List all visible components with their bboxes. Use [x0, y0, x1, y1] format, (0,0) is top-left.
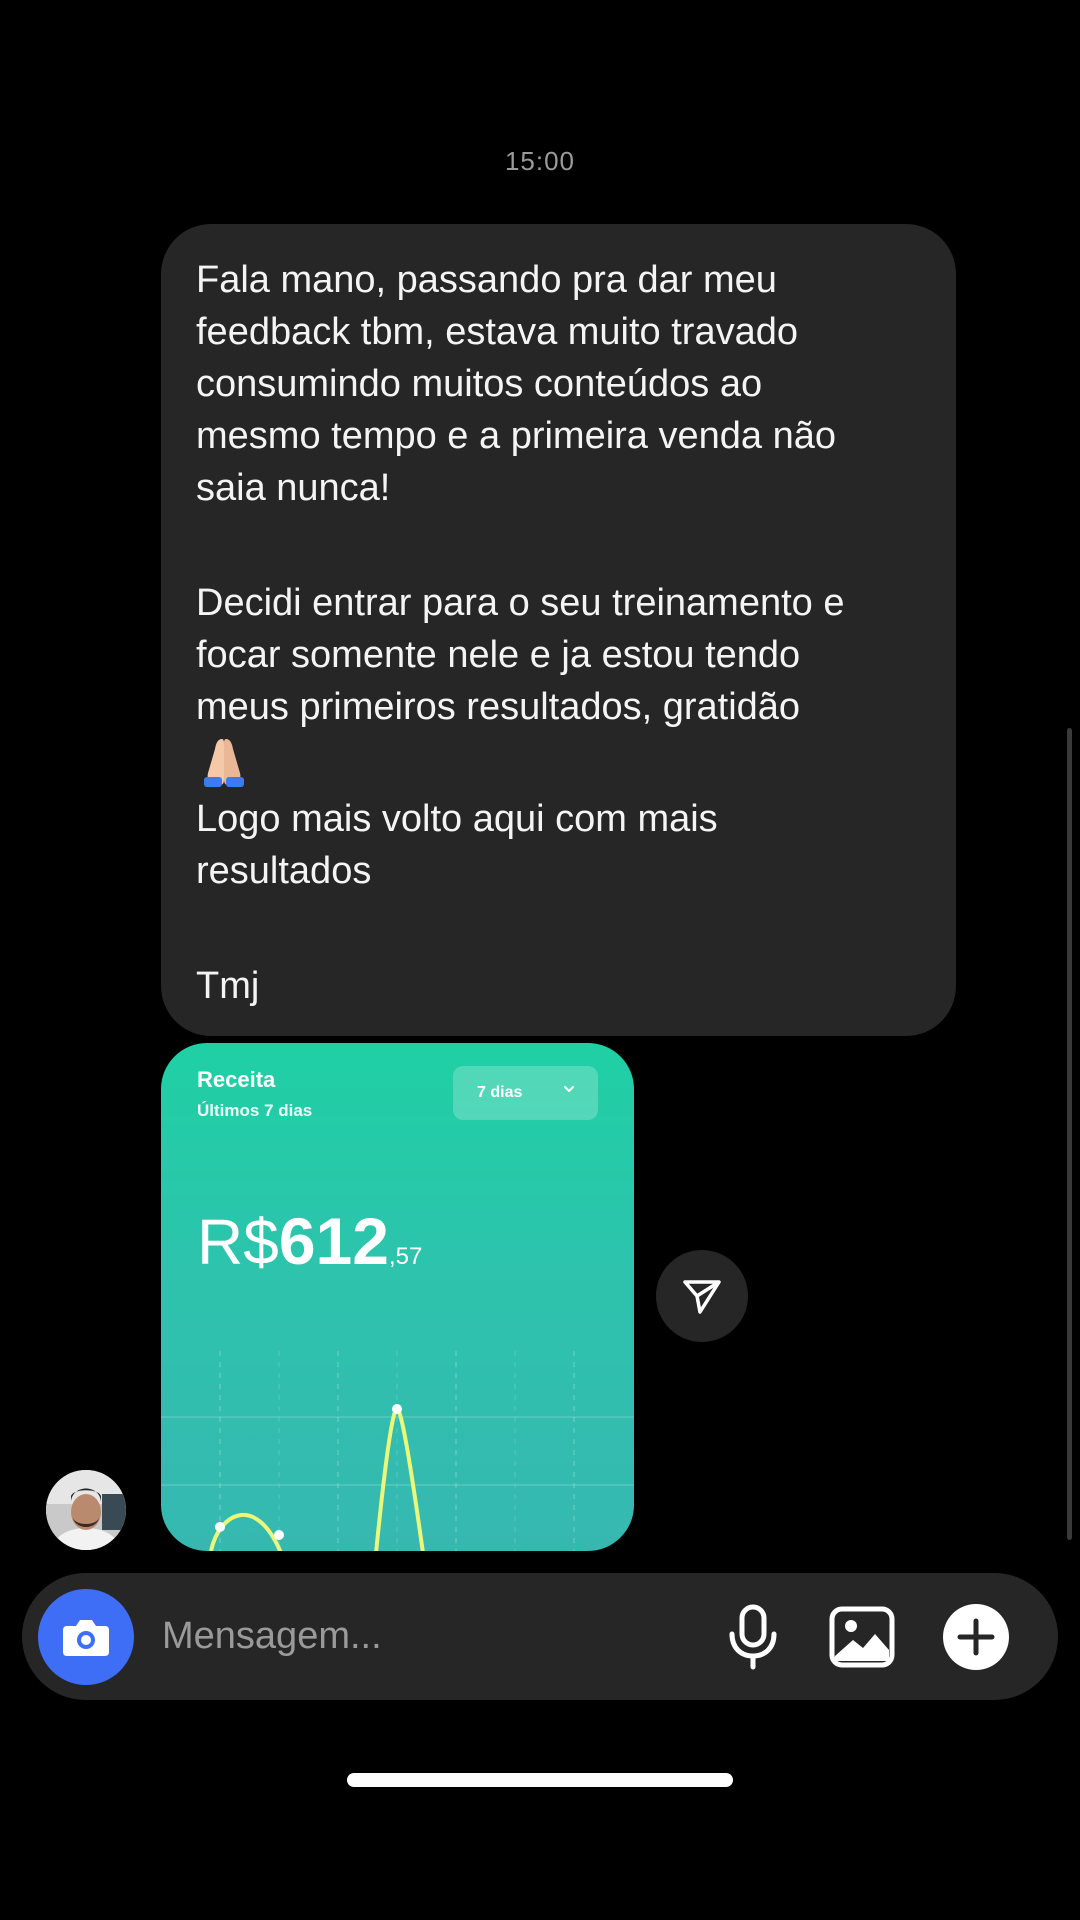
- chart-point: [274, 1530, 284, 1540]
- avatar-image: [46, 1470, 126, 1550]
- user-avatar[interactable]: [46, 1470, 126, 1550]
- chart-line-segment-2: [374, 1406, 425, 1551]
- timestamp: 15:00: [504, 146, 576, 176]
- card-title: Receita: [197, 1067, 276, 1092]
- amount-integer: 612: [278, 1204, 389, 1278]
- chevron-down-icon: [564, 1086, 574, 1092]
- revenue-chart: [161, 1351, 634, 1551]
- microphone-icon: [729, 1604, 777, 1670]
- microphone-button[interactable]: [717, 1601, 789, 1673]
- message-paragraph-3: Logo mais volto aqui com mais resultados: [196, 798, 718, 892]
- message-paragraph-1: Fala mano, passando pra dar meu feedback…: [196, 259, 836, 509]
- message-composer: [22, 1573, 1058, 1700]
- message-input[interactable]: [162, 1573, 702, 1700]
- message-paragraph-4: Tmj: [196, 965, 260, 1007]
- chart-gridlines: [161, 1351, 634, 1551]
- folded-hands-emoji: [204, 739, 244, 787]
- period-label: 7 dias: [477, 1084, 523, 1101]
- home-indicator[interactable]: [347, 1773, 733, 1787]
- chart-point: [392, 1404, 402, 1414]
- camera-button[interactable]: [38, 1589, 134, 1685]
- message-bubble[interactable]: Fala mano, passando pra dar meu feedback…: [161, 224, 956, 1036]
- plus-icon: [943, 1604, 1009, 1670]
- message-paragraph-2: Decidi entrar para o seu treinamento e f…: [196, 582, 845, 728]
- image-icon: [829, 1606, 895, 1668]
- amount-currency: R$: [197, 1206, 279, 1278]
- revenue-amount: R$ 612 ,57: [197, 1203, 422, 1279]
- send-icon: [683, 1280, 721, 1314]
- revenue-card[interactable]: Receita Últimos 7 dias 7 dias R$ 612 ,57: [161, 1043, 634, 1551]
- card-subtitle: Últimos 7 dias: [197, 1101, 313, 1120]
- chart-point: [215, 1522, 225, 1532]
- period-dropdown[interactable]: 7 dias: [453, 1066, 598, 1120]
- chart-line-segment-1: [209, 1512, 283, 1551]
- camera-icon: [63, 1620, 109, 1656]
- amount-cents: ,57: [388, 1243, 423, 1270]
- scrollbar[interactable]: [1067, 728, 1072, 1540]
- add-button[interactable]: [940, 1601, 1012, 1673]
- share-button[interactable]: [656, 1250, 748, 1342]
- gallery-button[interactable]: [826, 1601, 898, 1673]
